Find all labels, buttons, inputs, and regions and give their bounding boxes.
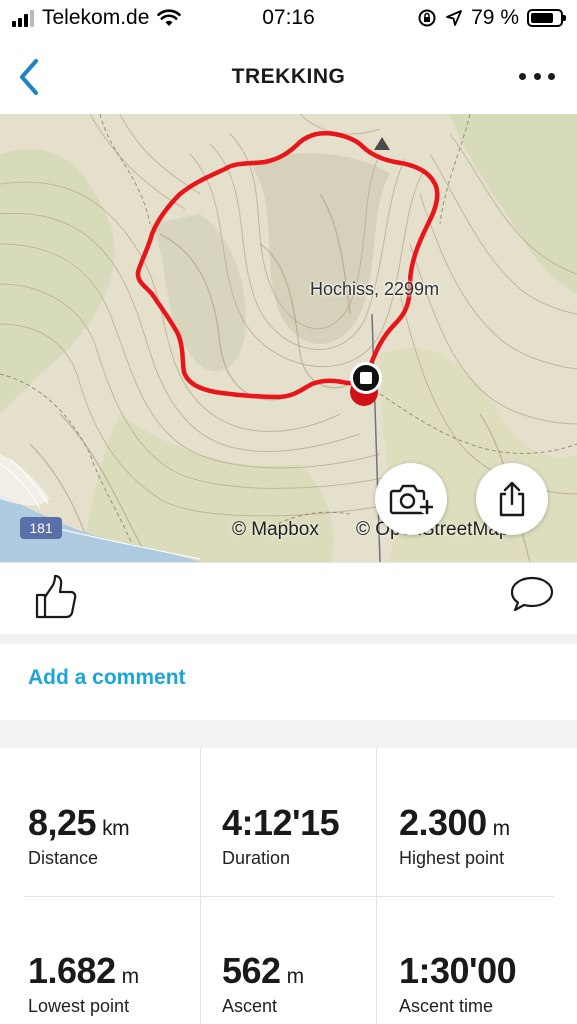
stat-label: Highest point: [399, 848, 505, 868]
status-bar: Telekom.de 07:16 79 %: [0, 0, 577, 40]
stat-value: 562 m: [222, 950, 304, 991]
add-comment-row[interactable]: Add a comment: [0, 644, 577, 720]
stat-ascent-time: 1:30'00 Ascent time: [399, 896, 575, 1024]
peak-label: Hochiss, 2299m: [310, 279, 440, 299]
add-comment-link[interactable]: Add a comment: [28, 666, 186, 690]
orientation-lock-icon: [418, 9, 436, 27]
stats-grid: 8,25 km Distance 4:12'15 Duration 2.300 m …: [0, 748, 577, 1024]
stat-value: 1.682 m: [28, 950, 139, 991]
stat-lowest-point: 1.682 m Lowest point: [28, 896, 204, 1024]
stat-label: Lowest point: [28, 996, 130, 1016]
add-photo-button[interactable]: [375, 463, 447, 535]
mapbox-attribution[interactable]: © Mapbox: [232, 519, 319, 541]
stat-label: Ascent time: [399, 996, 494, 1016]
route-map[interactable]: Hochiss, 2299m 181 © Mapbox © OpenStreet…: [0, 114, 577, 562]
road-badge: 181: [20, 517, 62, 539]
stat-value: 8,25 km: [28, 802, 130, 843]
share-icon: [499, 481, 525, 517]
status-right: 79 %: [417, 6, 566, 30]
stat-value: 1:30'00: [399, 950, 517, 991]
stat-duration: 4:12'15 Duration: [222, 748, 398, 896]
camera-plus-icon: [389, 484, 433, 515]
comment-bubble-icon[interactable]: [509, 575, 555, 613]
more-options-icon[interactable]: [519, 62, 555, 90]
stat-label: Ascent: [222, 996, 278, 1016]
battery-percent: 79 %: [471, 6, 519, 29]
stat-label: Duration: [222, 848, 291, 868]
stat-ascent: 562 m Ascent: [222, 896, 398, 1024]
stat-value: 2.300 m: [399, 802, 510, 843]
social-actions: [0, 562, 577, 634]
section-separator: [0, 720, 577, 748]
location-arrow-icon: [446, 10, 463, 26]
stat-highest-point: 2.300 m Highest point: [399, 748, 575, 896]
stat-value: 4:12'15: [222, 802, 340, 843]
share-button[interactable]: [476, 463, 548, 535]
battery-icon: [527, 9, 566, 27]
page-title: TREKKING: [231, 65, 346, 88]
stat-distance: 8,25 km Distance: [28, 748, 204, 896]
stat-label: Distance: [28, 848, 99, 868]
nav-bar: TREKKING: [0, 40, 577, 114]
section-separator: [0, 634, 577, 644]
like-thumbs-up-icon[interactable]: [34, 573, 78, 621]
